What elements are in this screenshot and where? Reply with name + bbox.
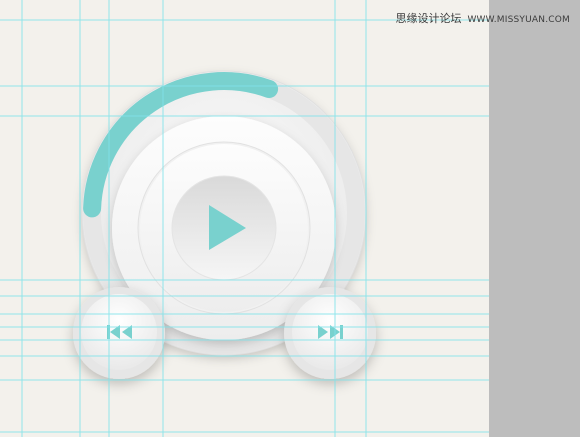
next-button[interactable]: [284, 287, 376, 379]
prev-button[interactable]: [73, 287, 165, 379]
design-canvas: 思缘设计论坛 WWW.MISSYUAN.COM: [0, 0, 580, 437]
watermark-site-name: 思缘设计论坛: [395, 12, 462, 25]
watermark-site-url: WWW.MISSYUAN.COM: [467, 15, 570, 25]
play-button[interactable]: [171, 175, 277, 281]
watermark: 思缘设计论坛 WWW.MISSYUAN.COM: [395, 10, 570, 26]
side-panel: [489, 0, 580, 437]
